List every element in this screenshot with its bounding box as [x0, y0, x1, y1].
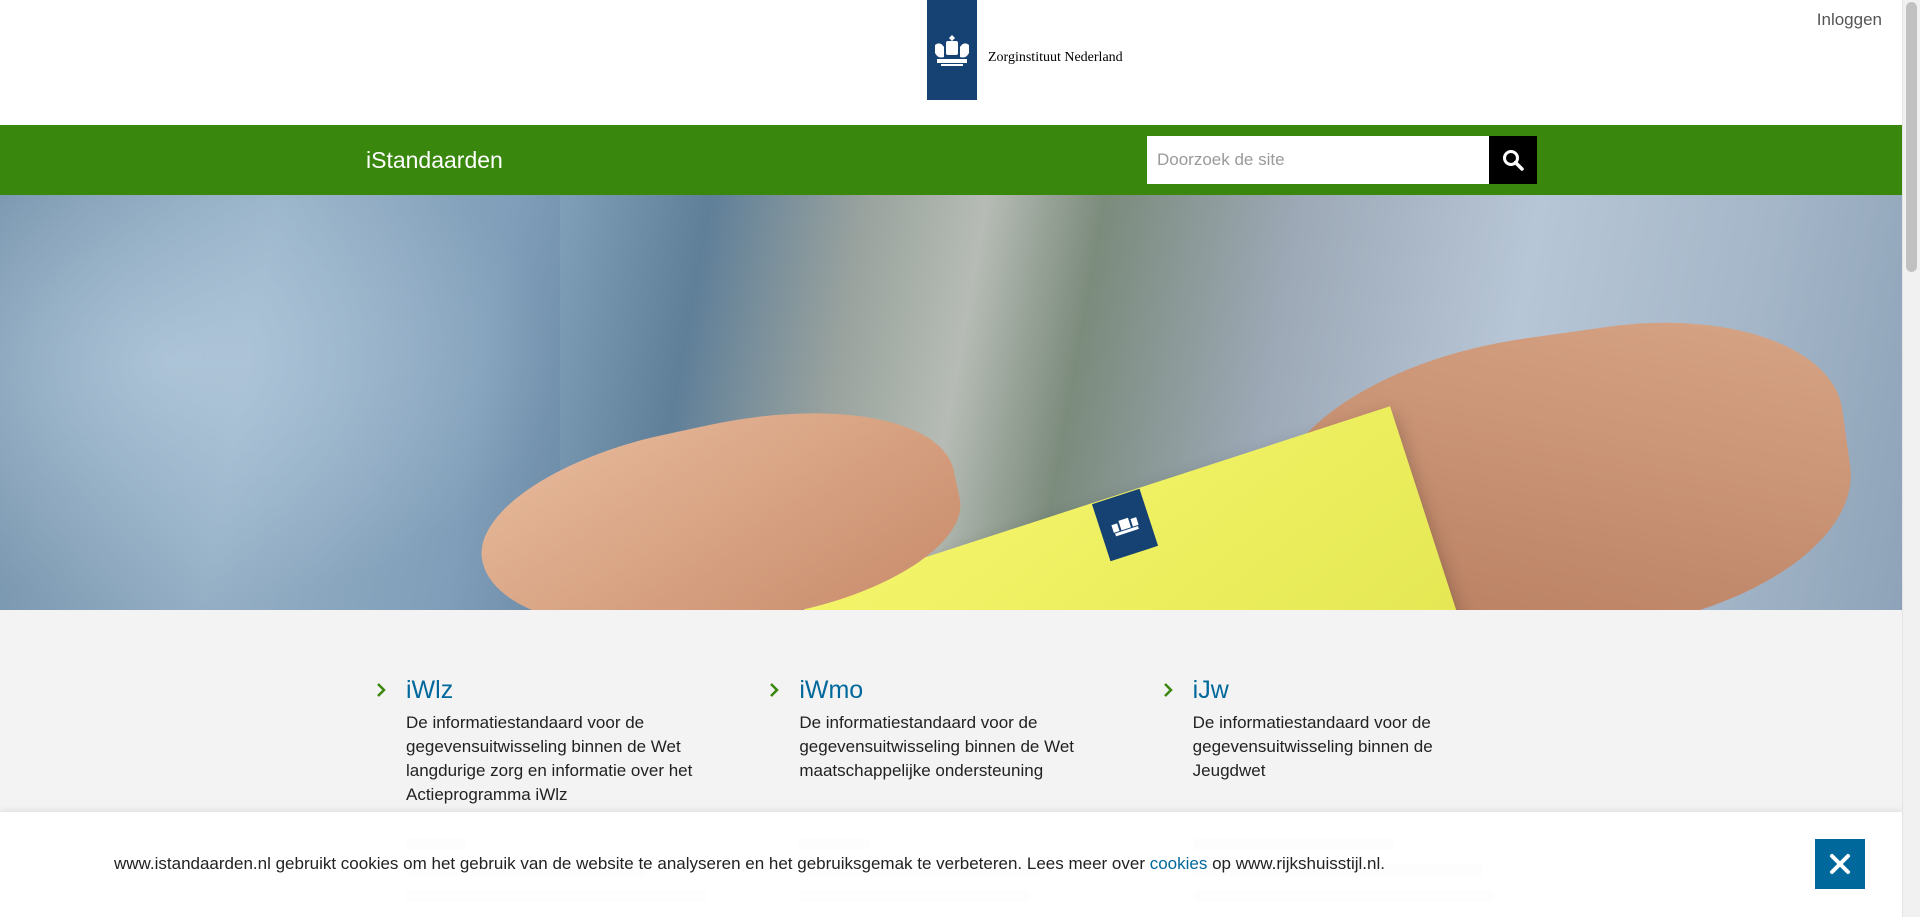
search-form — [1147, 136, 1537, 184]
standards-list: iWlz De informatiestandaard voor de gege… — [374, 676, 1554, 807]
standard-link-iwmo[interactable]: iWmo — [799, 676, 1160, 705]
standard-link-iwlz[interactable]: iWlz — [406, 676, 767, 705]
search-icon — [1503, 150, 1524, 171]
org-name: Zorginstituut Nederland — [988, 50, 1123, 65]
standard-card-iwmo: iWmo De informatiestandaard voor de gege… — [767, 676, 1160, 807]
close-icon — [1830, 854, 1850, 874]
top-header: Zorginstituut Nederland Inloggen — [0, 0, 1902, 125]
site-title[interactable]: iStandaarden — [366, 147, 503, 174]
hero-image — [0, 195, 1902, 610]
rijkslogo-icon[interactable] — [927, 0, 977, 100]
page-scrollbar[interactable] — [1902, 0, 1920, 917]
standard-link-ijw[interactable]: iJw — [1193, 676, 1554, 705]
standard-description: De informatiestandaard voor de gegevensu… — [406, 713, 693, 804]
coat-of-arms-icon — [935, 35, 969, 66]
cookie-message: www.istandaarden.nl gebruikt cookies om … — [114, 854, 1385, 874]
standard-card-iwlz: iWlz De informatiestandaard voor de gege… — [374, 676, 767, 807]
cookie-text-after: op www.rijkshuisstijl.nl. — [1207, 854, 1385, 873]
chevron-right-icon — [377, 683, 386, 697]
chevron-right-icon — [770, 683, 780, 697]
site-navbar: iStandaarden — [0, 125, 1902, 195]
cookie-close-button[interactable] — [1815, 839, 1865, 889]
standard-card-ijw: iJw De informatiestandaard voor de gegev… — [1161, 676, 1554, 807]
hero-background — [0, 195, 560, 610]
scrollbar-thumb[interactable] — [1906, 2, 1917, 272]
standard-description: De informatiestandaard voor de gegevensu… — [1192, 713, 1433, 780]
search-input[interactable] — [1147, 136, 1489, 184]
cookie-text-before: www.istandaarden.nl gebruikt cookies om … — [114, 854, 1150, 873]
cookie-policy-link[interactable]: cookies — [1150, 854, 1208, 873]
login-link[interactable]: Inloggen — [1817, 10, 1882, 30]
search-button[interactable] — [1489, 136, 1537, 184]
standard-description: De informatiestandaard voor de gegevensu… — [799, 713, 1075, 780]
cookie-banner: www.istandaarden.nl gebruikt cookies om … — [0, 812, 1902, 917]
chevron-right-icon — [1163, 683, 1173, 697]
